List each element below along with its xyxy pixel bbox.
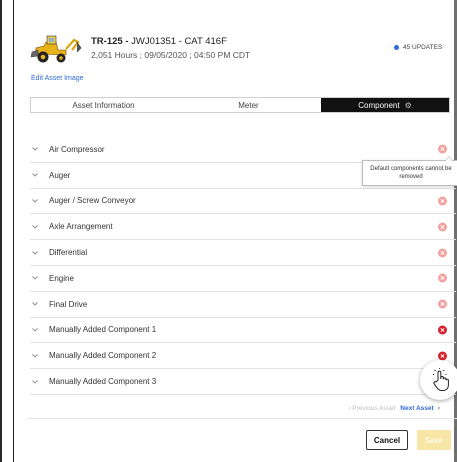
save-button[interactable]: Save [417, 430, 451, 450]
component-row-manual-2[interactable]: Manually Added Component 2 [30, 343, 456, 370]
previous-asset-link: ‹ Previous Asset [348, 405, 395, 412]
gear-icon: ⚙ [404, 100, 412, 110]
remove-disabled-tooltip: Default components cannot be removed [362, 156, 457, 186]
remove-x-circle-icon [438, 144, 447, 154]
asset-edit-panel: TR-125 - JWJ01351 - CAT 416F 2,051 Hours… [14, 0, 457, 462]
asset-pager: ‹ Previous Asset Next Asset › [348, 405, 440, 412]
chevron-down-icon[interactable] [32, 147, 40, 152]
component-row-differential[interactable]: Differential [30, 240, 456, 266]
remove-x-circle-icon [438, 273, 447, 283]
hand-pointer-bubble [420, 360, 457, 400]
component-label: Differential [49, 248, 88, 258]
chevron-down-icon[interactable] [32, 250, 40, 255]
chevron-down-icon[interactable] [32, 199, 40, 203]
remove-x-circle-icon [438, 222, 447, 232]
component-row-manual-3[interactable]: Manually Added Component 3 [30, 369, 456, 395]
tab-label: Asset Information [72, 100, 135, 110]
component-row-final-drive[interactable]: Final Drive [30, 292, 456, 318]
chevron-down-icon[interactable] [32, 276, 40, 281]
component-label: Auger [49, 170, 71, 180]
previous-asset-label: Previous Asset [352, 405, 396, 412]
remove-x-circle-icon [438, 248, 447, 258]
blue-dot-icon [394, 45, 399, 50]
remove-x-circle-icon[interactable] [438, 351, 447, 361]
tab-component[interactable]: Component ⚙ [321, 98, 449, 112]
asset-id: TR-125 - [91, 36, 132, 47]
chevron-down-icon[interactable] [32, 353, 40, 358]
component-label: Manually Added Component 1 [49, 325, 157, 335]
component-label: Manually Added Component 3 [49, 377, 157, 387]
component-row-engine[interactable]: Engine [30, 266, 456, 292]
component-label: Auger / Screw Conveyor [49, 196, 136, 206]
asset-title: TR-125 - JWJ01351 - CAT 416F [91, 36, 227, 47]
chevron-right-icon[interactable]: › [438, 405, 440, 412]
component-row-manual-1[interactable]: Manually Added Component 1 [30, 318, 456, 344]
chevron-down-icon[interactable] [32, 224, 40, 229]
remove-x-circle-icon [438, 196, 447, 206]
footer-divider [28, 418, 457, 419]
remove-x-circle-icon[interactable] [438, 325, 447, 335]
tab-meter[interactable]: Meter [176, 98, 321, 112]
tab-asset-information[interactable]: Asset Information [31, 98, 176, 112]
tab-bar: Asset Information Meter Component ⚙ [30, 97, 450, 113]
asset-serial-model: JWJ01351 - CAT 416F [131, 36, 227, 47]
component-label: Axle Arrangement [49, 222, 113, 232]
remove-x-circle-icon [438, 299, 447, 309]
component-row-air-compressor[interactable]: Air Compressor [30, 137, 456, 163]
backhoe-loader-image [30, 28, 84, 66]
component-label: Engine [49, 273, 74, 283]
chevron-down-icon[interactable] [32, 173, 40, 177]
component-label: Final Drive [49, 299, 88, 309]
component-label: Manually Added Component 2 [49, 351, 157, 361]
chevron-down-icon[interactable] [32, 328, 40, 332]
screen: TR-125 - JWJ01351 - CAT 416F 2,051 Hours… [0, 0, 457, 462]
tab-label: Meter [238, 100, 259, 110]
next-asset-link[interactable]: Next Asset [400, 405, 433, 412]
asset-subtitle: 2,051 Hours ; 09/05/2020 ; 04:50 PM CDT [91, 50, 251, 60]
edit-asset-image-link[interactable]: Edit Asset Image [31, 75, 84, 82]
component-label: Air Compressor [49, 144, 105, 154]
component-row-axle-arrangement[interactable]: Axle Arrangement [30, 214, 456, 241]
tab-label: Component [358, 100, 400, 110]
chevron-down-icon[interactable] [32, 302, 40, 306]
hand-pointer-icon [433, 368, 449, 391]
component-row-auger-screw-conveyor[interactable]: Auger / Screw Conveyor [30, 189, 456, 215]
chevron-down-icon[interactable] [32, 379, 40, 384]
updates-indicator[interactable]: 45 UPDATES [394, 44, 442, 51]
asset-thumbnail [30, 28, 84, 66]
window-edge-left [0, 0, 2, 462]
cancel-button[interactable]: Cancel [366, 430, 408, 450]
updates-label: 45 UPDATES [403, 44, 443, 51]
